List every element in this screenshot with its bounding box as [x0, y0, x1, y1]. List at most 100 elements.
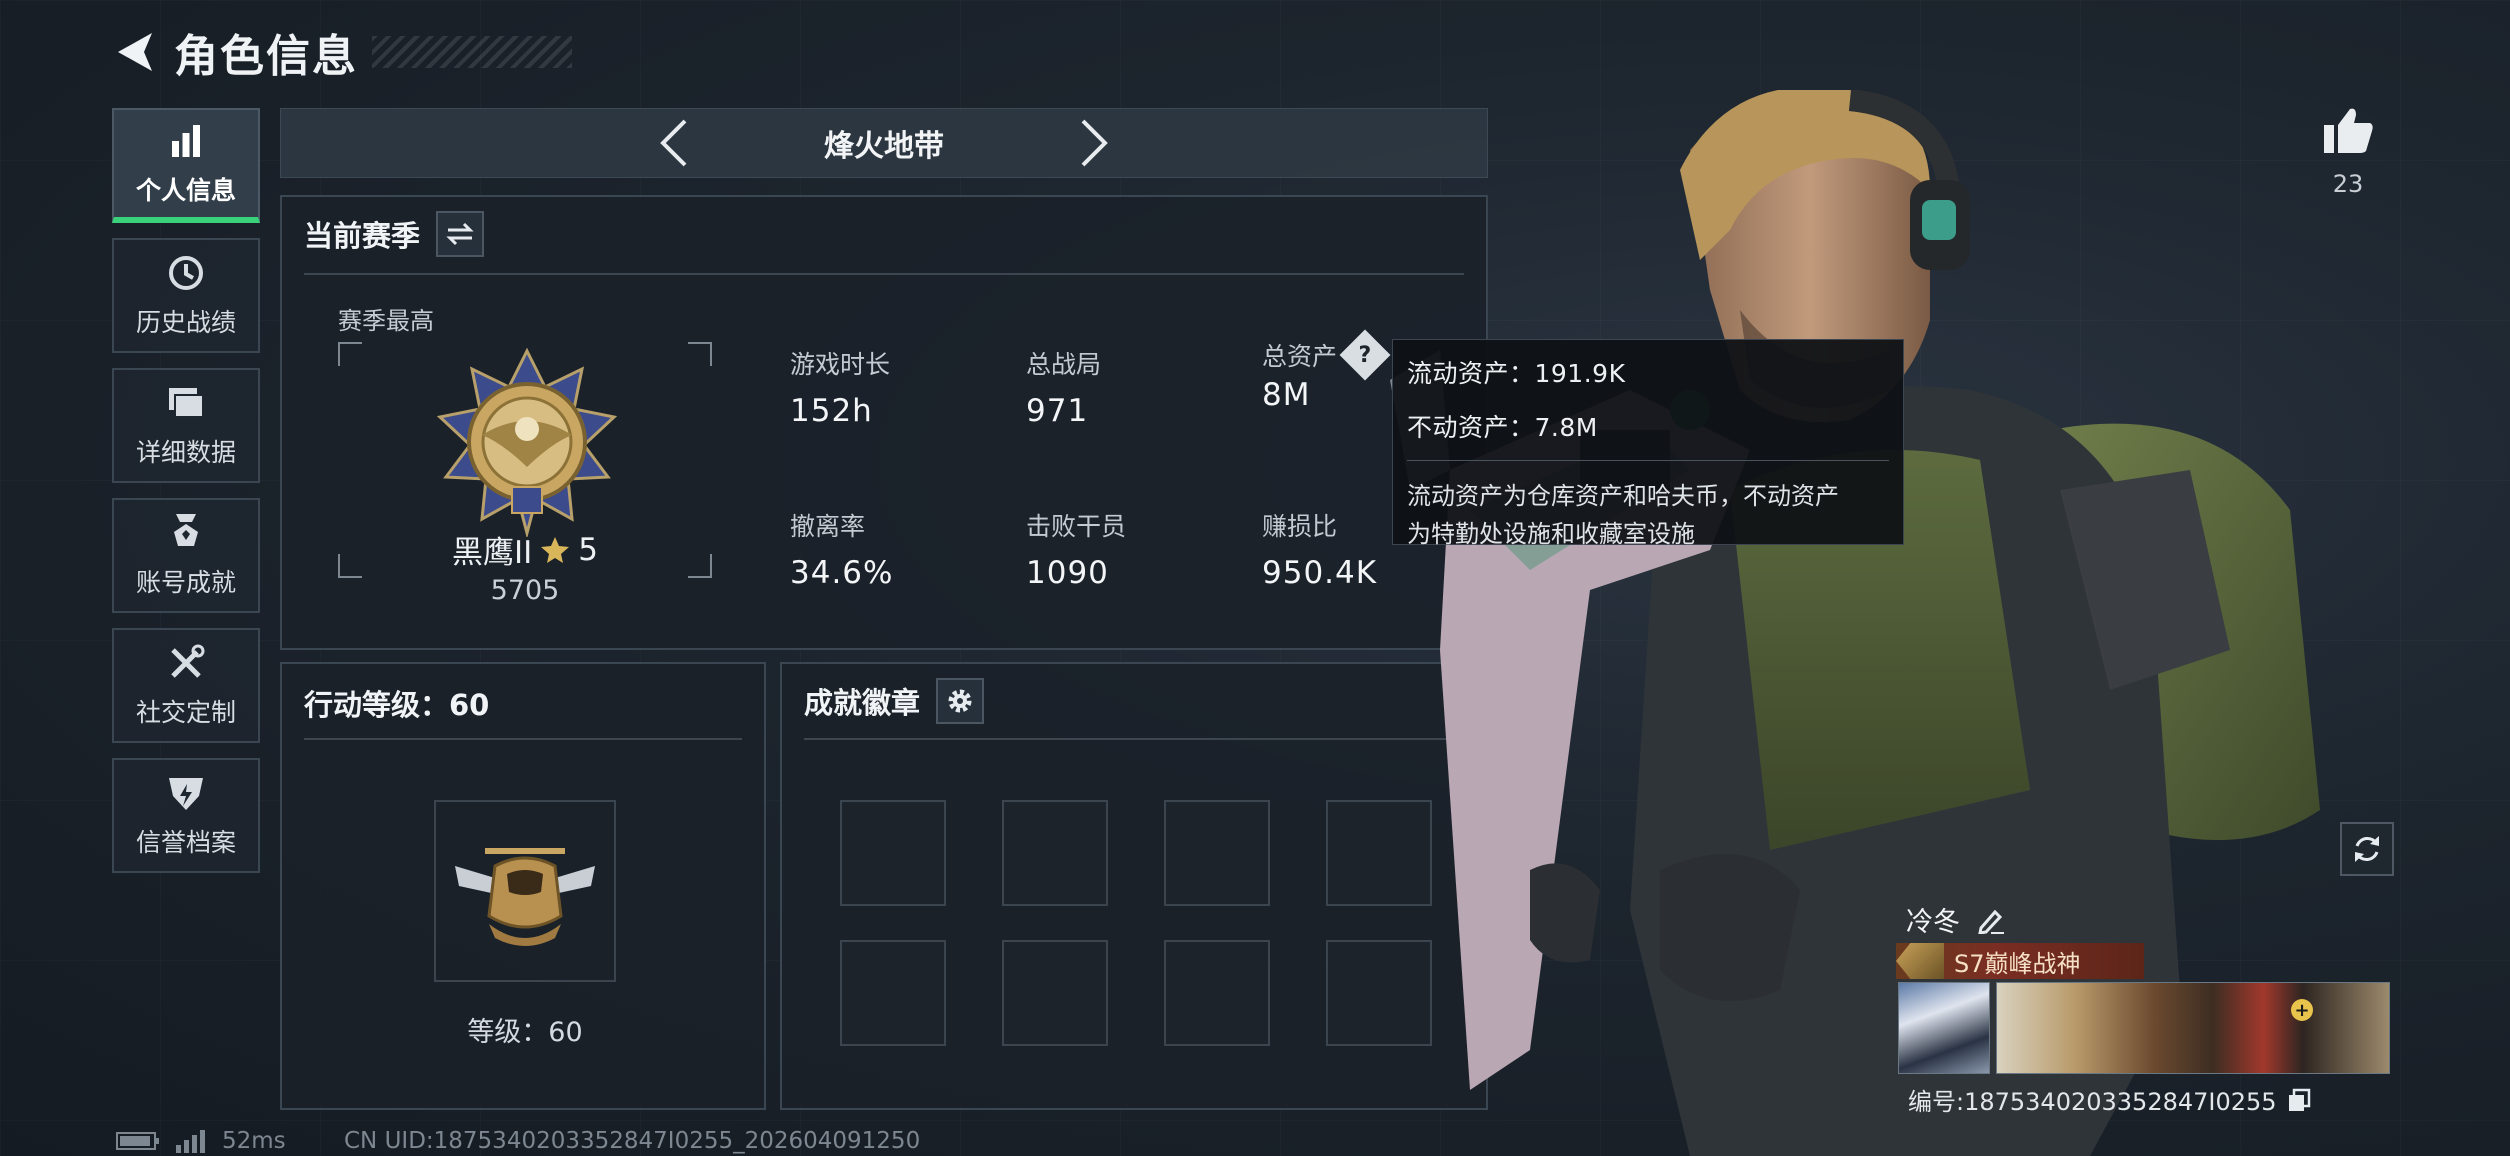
badge-slot[interactable]	[840, 800, 946, 906]
chevron-left-icon	[660, 119, 687, 167]
pencil-icon	[1978, 909, 2004, 934]
badge-slot[interactable]	[1164, 800, 1270, 906]
action-level-title: 行动等级：60	[304, 688, 490, 722]
tooltip-description-line-2: 为特勤处设施和收藏室设施	[1407, 520, 1695, 548]
season-panel-header: 当前赛季	[304, 211, 485, 257]
player-name-row: 冷冬	[1906, 900, 2008, 939]
mode-name: 烽火地带	[824, 129, 944, 164]
badge-slot[interactable]	[1002, 940, 1108, 1046]
stat-label: 总战局	[1026, 350, 1102, 379]
helicopter-badge-icon	[455, 848, 595, 946]
like-count: 23	[2332, 170, 2364, 198]
stat-label: 击败干员	[1026, 512, 1127, 541]
bar-chart-icon	[166, 121, 206, 161]
folder-icon	[166, 383, 206, 423]
edit-name-button[interactable]	[1974, 903, 2008, 937]
action-level-badge[interactable]	[434, 800, 616, 982]
badge-slot[interactable]	[1002, 800, 1108, 906]
badge-slot[interactable]	[1164, 940, 1270, 1046]
title-decoration	[372, 36, 572, 68]
tooltip-description-line-1: 流动资产为仓库资产和哈夫币，不动资产	[1407, 482, 1839, 510]
panel-divider	[304, 738, 742, 740]
tooltip-fixed-assets: 不动资产：7.8M	[1407, 413, 1598, 442]
rank-stars: 5	[578, 531, 599, 568]
rank-medal-icon	[436, 347, 618, 537]
stat-label: 游戏时长	[790, 350, 891, 379]
chevron-right-icon	[1081, 119, 1108, 167]
panel-divider	[304, 273, 1464, 275]
badge-settings-button[interactable]	[936, 678, 985, 724]
gear-icon	[948, 689, 972, 713]
sidebar-item-details[interactable]: 详细数据	[112, 368, 260, 483]
player-title: S7巅峰战神	[1954, 949, 2081, 978]
sidebar-item-label: 信誉档案	[135, 827, 236, 857]
like-button[interactable]	[2318, 100, 2378, 160]
badges-panel-header: 成就徽章	[804, 678, 985, 724]
avatar[interactable]	[1898, 982, 1990, 1074]
player-banner[interactable]: +	[1996, 982, 2390, 1074]
stat-label-text: 总资产	[1262, 342, 1338, 371]
switch-season-button[interactable]	[436, 211, 485, 257]
mode-selector: 烽火地带	[280, 108, 1488, 178]
season-title: 当前赛季	[304, 219, 421, 253]
copy-uid-button[interactable]	[2285, 1086, 2313, 1114]
sidebar-item-history[interactable]: 历史战绩	[112, 238, 260, 353]
player-uid: 编号:1875340203352847I0255	[1908, 1088, 2277, 1116]
ping-text: 52ms	[222, 1128, 286, 1154]
stat-value: 971	[1026, 393, 1089, 429]
battery-icon	[116, 1132, 159, 1150]
signal-icon	[176, 1130, 205, 1153]
refresh-icon	[2355, 836, 2379, 862]
back-arrow-icon	[118, 33, 152, 71]
rank-line: 黑鹰II 5	[338, 527, 712, 572]
player-uid-row: 编号:1875340203352847I0255	[1908, 1082, 2313, 1117]
sidebar-item-label: 账号成就	[135, 567, 236, 597]
action-level-panel: 行动等级：60 等级：60	[280, 662, 766, 1110]
player-name: 冷冬	[1906, 907, 1960, 938]
player-title-plate[interactable]: S7巅峰战神	[1896, 943, 2144, 979]
tooltip-divider	[1407, 460, 1889, 461]
tooltip-liquid-assets: 流动资产：191.9K	[1407, 359, 1626, 388]
stat-label: 撤离率	[790, 512, 866, 541]
season-panel: 当前赛季 赛季最高 黑鹰II 5 5705 游戏时长 152h 总战局 971 …	[280, 195, 1488, 650]
history-icon	[166, 253, 206, 293]
copy-icon	[2288, 1088, 2310, 1111]
title-emblem-icon	[1896, 943, 1944, 979]
add-icon: +	[2291, 999, 2313, 1021]
badges-title: 成就徽章	[804, 686, 921, 720]
stat-total-matches: 总战局 971	[1026, 345, 1101, 429]
sidebar-item-label: 详细数据	[135, 437, 236, 467]
badge-slot[interactable]	[840, 940, 946, 1046]
assets-tooltip: 流动资产：191.9K 不动资产：7.8M 流动资产为仓库资产和哈夫币，不动资产…	[1392, 339, 1904, 548]
stat-playtime: 游戏时长 152h	[790, 345, 890, 429]
sidebar-item-label: 个人信息	[135, 175, 236, 205]
sidebar-item-achievements[interactable]: 账号成就	[112, 498, 260, 613]
page-title: 角色信息	[174, 31, 358, 82]
credit-icon	[166, 773, 206, 813]
rotate-model-button[interactable]	[2340, 822, 2394, 876]
sidebar-item-social[interactable]: 社交定制	[112, 628, 260, 743]
star-icon	[541, 536, 570, 563]
stat-value: 34.6%	[790, 555, 894, 591]
sidebar-item-label: 社交定制	[135, 697, 236, 727]
stat-operators-defeated: 击败干员 1090	[1026, 507, 1126, 591]
swap-icon	[446, 222, 474, 246]
next-mode-button[interactable]	[1064, 113, 1124, 173]
achievement-icon	[166, 513, 206, 553]
stat-extraction-rate: 撤离率 34.6%	[790, 507, 893, 591]
season-high-label: 赛季最高	[338, 307, 434, 335]
page-header: 角色信息	[110, 22, 572, 82]
sidebar-item-profile[interactable]: 个人信息	[112, 108, 260, 223]
status-bar: 52ms	[116, 1128, 286, 1154]
rank-points: 5705	[490, 575, 560, 606]
stat-value: 1090	[1026, 555, 1109, 591]
sidebar-item-credit[interactable]: 信誉档案	[112, 758, 260, 873]
action-panel-header: 行动等级：60	[304, 682, 489, 724]
sidebar: 个人信息 历史战绩 详细数据 账号成就 社交定制 信誉档案	[112, 108, 262, 888]
thumbs-up-icon	[2324, 108, 2373, 153]
sidebar-item-label: 历史战绩	[135, 307, 236, 337]
back-button[interactable]	[110, 24, 160, 80]
footer-uid: CN UID:1875340203352847I0255_20260409125…	[344, 1128, 921, 1154]
prev-mode-button[interactable]	[644, 113, 704, 173]
stat-value: 152h	[790, 393, 873, 429]
